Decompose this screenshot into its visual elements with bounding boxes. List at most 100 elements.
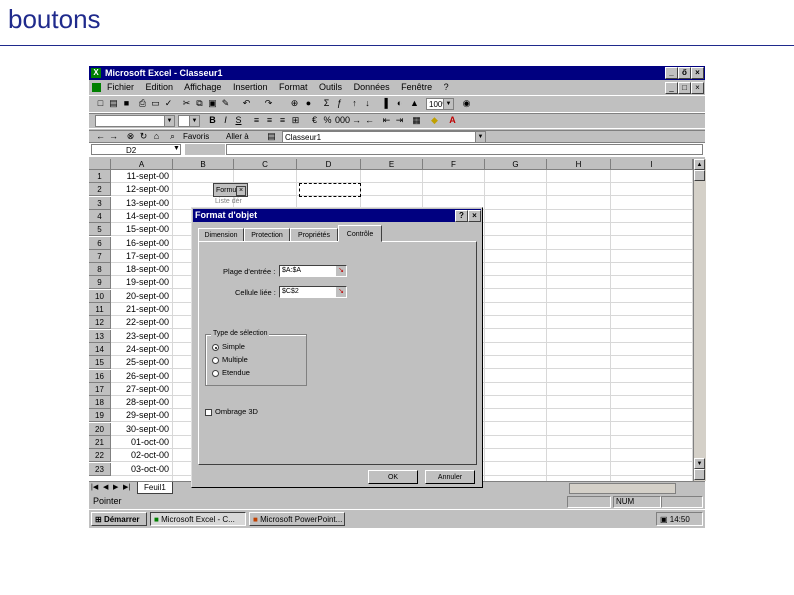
column-header-e[interactable]: E xyxy=(361,159,423,170)
hyperlink-icon[interactable]: ⊕ xyxy=(289,98,300,109)
font-color-icon[interactable]: A xyxy=(447,115,458,126)
home-icon[interactable]: ⌂ xyxy=(151,131,162,142)
row-header[interactable]: 21 xyxy=(89,436,111,449)
split-box[interactable] xyxy=(694,469,705,480)
row-header[interactable]: 7 xyxy=(89,249,111,263)
menu-window[interactable]: Fenêtre xyxy=(401,82,432,92)
scroll-thumb[interactable] xyxy=(694,170,705,181)
row-header[interactable]: 6 xyxy=(89,236,111,250)
thousands-icon[interactable]: 000 xyxy=(335,115,350,126)
spelling-icon[interactable]: ✓ xyxy=(163,98,174,109)
doc-close-button[interactable]: × xyxy=(691,82,704,94)
menu-file[interactable]: Fichier xyxy=(107,82,134,92)
drawing-icon[interactable]: ▲ xyxy=(409,98,420,109)
row-header[interactable]: 17 xyxy=(89,382,111,396)
row-header[interactable]: 14 xyxy=(89,342,111,356)
menu-help[interactable]: ? xyxy=(444,82,449,92)
date-cell[interactable]: 23-sept-00 xyxy=(111,329,173,343)
font-size-select[interactable]: ▼ xyxy=(178,115,200,127)
column-header-h[interactable]: H xyxy=(547,159,611,170)
doc-restore-button[interactable]: □ xyxy=(678,82,691,94)
row-header[interactable]: 10 xyxy=(89,289,111,303)
date-cell[interactable]: 26-sept-00 xyxy=(111,369,173,383)
merge-center-icon[interactable]: ⊞ xyxy=(290,115,301,126)
favorites-menu[interactable]: Favoris xyxy=(183,132,209,141)
align-center-icon[interactable]: ≡ xyxy=(264,115,275,126)
chevron-down-icon[interactable]: ▼ xyxy=(173,145,180,152)
date-cell[interactable]: 27-sept-00 xyxy=(111,382,173,396)
date-cell[interactable]: 01-oct-00 xyxy=(111,436,173,449)
restore-button[interactable]: ő xyxy=(678,67,691,79)
search-web-icon[interactable]: ⌕ xyxy=(167,131,178,142)
column-header-g[interactable]: G xyxy=(485,159,547,170)
tab-control[interactable]: Contrôle xyxy=(338,225,382,242)
help-button[interactable]: ? xyxy=(455,210,468,222)
forward-icon[interactable]: → xyxy=(108,131,119,142)
row-header[interactable]: 13 xyxy=(89,329,111,343)
currency-icon[interactable]: € xyxy=(309,115,320,126)
redo-icon[interactable]: ↷ xyxy=(263,98,274,109)
date-cell[interactable]: 14-sept-00 xyxy=(111,209,173,223)
date-cell[interactable]: 21-sept-00 xyxy=(111,303,173,316)
horizontal-scrollbar[interactable] xyxy=(569,483,676,494)
align-right-icon[interactable]: ≡ xyxy=(277,115,288,126)
menu-tools[interactable]: Outils xyxy=(319,82,342,92)
row-header[interactable]: 1 xyxy=(89,170,111,183)
row-header[interactable]: 16 xyxy=(89,369,111,383)
range-select-icon[interactable]: ↘ xyxy=(336,266,346,276)
tab-dimension[interactable]: Dimension xyxy=(198,228,244,242)
row-header[interactable]: 20 xyxy=(89,422,111,436)
last-sheet-icon[interactable]: ▶| xyxy=(123,483,130,491)
scroll-up-icon[interactable]: ▲ xyxy=(694,159,705,170)
date-cell[interactable]: 11-sept-00 xyxy=(111,170,173,183)
row-header[interactable]: 3 xyxy=(89,196,111,210)
map-icon[interactable]: ◐ xyxy=(394,98,405,109)
underline-icon[interactable]: S xyxy=(233,115,244,126)
autosum-icon[interactable]: Σ xyxy=(321,98,332,109)
date-cell[interactable]: 24-sept-00 xyxy=(111,342,173,356)
date-cell[interactable]: 28-sept-00 xyxy=(111,396,173,410)
row-header[interactable]: 9 xyxy=(89,276,111,290)
row-header[interactable]: 2 xyxy=(89,183,111,197)
office-assistant-icon[interactable]: ◉ xyxy=(461,98,472,109)
column-header-c[interactable]: C xyxy=(234,159,297,170)
row-header[interactable]: 11 xyxy=(89,303,111,316)
select-all-corner[interactable] xyxy=(89,159,111,170)
refresh-icon[interactable]: ↻ xyxy=(138,131,149,142)
date-cell[interactable]: 29-sept-00 xyxy=(111,409,173,423)
decrease-indent-icon[interactable]: ⇤ xyxy=(381,115,392,126)
tab-properties[interactable]: Propriétés xyxy=(290,228,338,242)
row-header[interactable]: 19 xyxy=(89,409,111,423)
sheet-tab[interactable]: Feuil1 xyxy=(137,482,173,494)
date-cell[interactable]: 17-sept-00 xyxy=(111,249,173,263)
percent-icon[interactable]: % xyxy=(322,115,333,126)
print-preview-icon[interactable]: ▭ xyxy=(150,98,161,109)
copy-icon[interactable]: ⧉ xyxy=(194,98,205,109)
web-toolbar-icon[interactable]: ● xyxy=(303,98,314,109)
radio-multiple[interactable] xyxy=(212,357,219,364)
row-header[interactable]: 8 xyxy=(89,263,111,277)
date-cell[interactable]: 12-sept-00 xyxy=(111,183,173,197)
stop-icon[interactable]: ⊗ xyxy=(125,131,136,142)
shading-checkbox[interactable] xyxy=(205,409,212,416)
date-cell[interactable]: 02-oct-00 xyxy=(111,449,173,463)
date-cell[interactable]: 22-sept-00 xyxy=(111,316,173,330)
sort-descending-icon[interactable]: ↓ xyxy=(362,98,373,109)
name-box[interactable]: D2 xyxy=(91,144,181,155)
column-header-d[interactable]: D xyxy=(297,159,361,170)
back-icon[interactable]: ← xyxy=(95,131,106,142)
column-header-b[interactable]: B xyxy=(173,159,234,170)
input-range-field[interactable]: $A:$A ↘ xyxy=(279,265,347,277)
decrease-decimal-icon[interactable]: ← xyxy=(364,115,375,126)
new-icon[interactable]: □ xyxy=(95,98,106,109)
first-sheet-icon[interactable]: |◀ xyxy=(91,483,98,491)
row-header[interactable]: 12 xyxy=(89,316,111,330)
sort-ascending-icon[interactable]: ↑ xyxy=(349,98,360,109)
open-icon[interactable]: ▤ xyxy=(108,98,119,109)
zoom-select[interactable]: 100% ▼ xyxy=(426,98,454,110)
undo-icon[interactable]: ↶ xyxy=(241,98,252,109)
italic-icon[interactable]: I xyxy=(220,115,231,126)
start-button[interactable]: ⊞ Démarrer xyxy=(91,512,147,526)
date-cell[interactable]: 03-oct-00 xyxy=(111,462,173,476)
scroll-down-icon[interactable]: ▼ xyxy=(694,458,705,469)
